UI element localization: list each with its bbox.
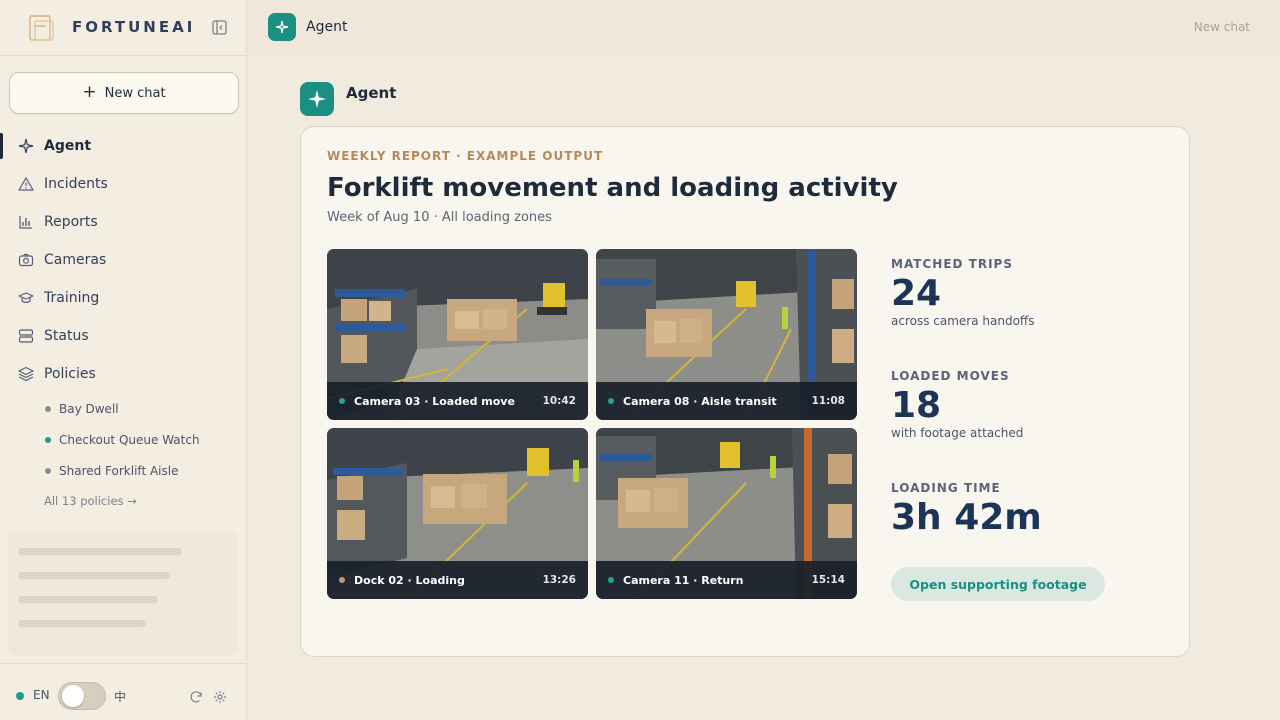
open-supporting-footage-button[interactable]: Open supporting footage — [891, 567, 1105, 601]
report-eyebrow: WEEKLY REPORT · EXAMPLE OUTPUT — [327, 149, 604, 163]
brand-name: FORTUNEAI — [72, 18, 196, 36]
sidebar-item-label: Status — [44, 328, 89, 344]
stat-value: 24 — [891, 273, 942, 314]
sparkle-icon — [308, 90, 326, 108]
tile-caption: Camera 08 · Aisle transit 11:08 — [596, 382, 857, 420]
connection-status-dot — [16, 692, 24, 700]
tile-caption: Camera 11 · Return 15:14 — [596, 561, 857, 599]
sidebar-item-training[interactable]: Training — [0, 279, 246, 317]
stat-loaded-moves: LOADED MOVES 18 with footage attached — [891, 369, 1161, 440]
agent-avatar — [300, 82, 334, 116]
footage-tile-camera-03[interactable]: Camera 03 · Loaded move 10:42 — [327, 249, 588, 420]
sidebar-item-cameras[interactable]: Cameras — [0, 241, 246, 279]
footage-grid: Camera 03 · Loaded move 10:42 Camera 08 … — [327, 249, 857, 599]
stat-loading-time: LOADING TIME 3h 42m — [891, 481, 1161, 537]
language-en-label: EN — [33, 688, 50, 702]
sparkle-icon — [18, 138, 34, 154]
new-chat-button[interactable]: + New chat — [9, 72, 239, 114]
graduation-cap-icon — [18, 292, 34, 303]
tile-label: Camera 03 · Loaded move — [354, 394, 515, 408]
server-icon — [18, 329, 34, 343]
tile-label: Dock 02 · Loading — [354, 573, 465, 587]
bar-chart-icon — [19, 216, 32, 229]
stat-label: LOADED MOVES — [891, 369, 1010, 383]
new-chat-label: New chat — [104, 85, 166, 101]
report-title: Forklift movement and loading activity — [327, 173, 898, 203]
tile-timestamp: 13:26 — [542, 574, 576, 586]
policy-item-shared-forklift-aisle[interactable]: Shared Forklift Aisle — [45, 455, 246, 486]
stat-value: 18 — [891, 385, 942, 426]
policy-status-dot — [45, 467, 51, 474]
stat-label: MATCHED TRIPS — [891, 257, 1013, 271]
tile-caption: Dock 02 · Loading 13:26 — [327, 561, 588, 599]
tile-timestamp: 10:42 — [542, 395, 576, 407]
footage-tile-dock-02[interactable]: Dock 02 · Loading 13:26 — [327, 428, 588, 599]
tile-caption: Camera 03 · Loaded move 10:42 — [327, 382, 588, 420]
policy-item-label: Checkout Queue Watch — [59, 432, 200, 447]
policy-item-bay-dwell[interactable]: Bay Dwell — [45, 393, 246, 424]
sidebar-item-policies[interactable]: Policies — [0, 355, 246, 393]
toggle-knob — [62, 685, 84, 707]
brand-logo-icon — [29, 15, 54, 41]
brand-header: FORTUNEAI — [0, 0, 246, 56]
sidebar-footer: EN 中 — [0, 663, 246, 720]
footage-tile-camera-11[interactable]: Camera 11 · Return 15:14 — [596, 428, 857, 599]
sidebar-item-label: Reports — [44, 214, 98, 230]
tile-timestamp: 15:14 — [811, 574, 845, 586]
policy-status-dot — [45, 405, 51, 412]
tile-label: Camera 11 · Return — [623, 573, 744, 587]
sidebar-nav: Agent Incidents Reports Cameras Training… — [0, 127, 246, 516]
tile-timestamp: 11:08 — [811, 395, 845, 407]
stat-value: 3h 42m — [891, 497, 1042, 538]
tile-status-dot — [608, 398, 614, 404]
skeleton-line — [18, 620, 146, 627]
report-subtitle: Week of Aug 10 · All loading zones — [327, 210, 552, 225]
language-zh-label: 中 — [114, 690, 127, 704]
sidebar-item-label: Incidents — [44, 176, 108, 192]
sidebar-item-label: Policies — [44, 366, 96, 382]
plus-icon: + — [82, 81, 97, 102]
gear-icon[interactable] — [213, 690, 227, 704]
policy-item-checkout-queue-watch[interactable]: Checkout Queue Watch — [45, 424, 246, 455]
sidebar-item-label: Training — [44, 290, 100, 306]
language-toggle[interactable] — [58, 682, 106, 710]
agent-badge-icon — [268, 13, 296, 41]
tile-status-dot — [339, 398, 345, 404]
all-policies-link[interactable]: All 13 policies → — [44, 486, 246, 516]
page-title: Agent — [306, 19, 348, 35]
policy-item-label: Bay Dwell — [59, 401, 119, 416]
policy-status-dot — [45, 436, 51, 443]
camera-icon — [18, 253, 34, 267]
top-bar: Agent New chat — [247, 0, 1280, 56]
loading-skeleton — [8, 532, 238, 656]
skeleton-line — [18, 548, 182, 555]
footage-tile-camera-08[interactable]: Camera 08 · Aisle transit 11:08 — [596, 249, 857, 420]
sidebar-item-label: Cameras — [44, 252, 107, 268]
collapse-sidebar-icon[interactable] — [211, 19, 228, 36]
skeleton-line — [18, 596, 158, 603]
sidebar-item-reports[interactable]: Reports — [0, 203, 246, 241]
refresh-icon[interactable] — [189, 690, 203, 704]
tile-status-dot — [608, 577, 614, 583]
top-new-chat-button[interactable]: New chat — [1194, 20, 1250, 34]
warning-icon — [18, 177, 34, 191]
policy-list: Bay Dwell Checkout Queue Watch Shared Fo… — [0, 393, 246, 516]
skeleton-line — [18, 572, 170, 579]
sidebar-item-label: Agent — [44, 138, 92, 154]
tile-label: Camera 08 · Aisle transit — [623, 394, 777, 408]
sidebar-item-status[interactable]: Status — [0, 317, 246, 355]
stat-description: with footage attached — [891, 425, 1024, 440]
stat-description: across camera handoffs — [891, 313, 1035, 328]
stat-matched-trips: MATCHED TRIPS 24 across camera handoffs — [891, 257, 1161, 328]
sidebar: FORTUNEAI + New chat Agent Incidents Rep… — [0, 0, 247, 720]
tile-status-dot — [339, 577, 345, 583]
sidebar-item-agent[interactable]: Agent — [0, 127, 246, 165]
sidebar-item-incidents[interactable]: Incidents — [0, 165, 246, 203]
report-card: WEEKLY REPORT · EXAMPLE OUTPUT Forklift … — [300, 126, 1190, 657]
policy-item-label: Shared Forklift Aisle — [59, 463, 179, 478]
layers-icon — [18, 366, 34, 382]
message-sender: Agent — [346, 84, 397, 102]
stat-label: LOADING TIME — [891, 481, 1001, 495]
